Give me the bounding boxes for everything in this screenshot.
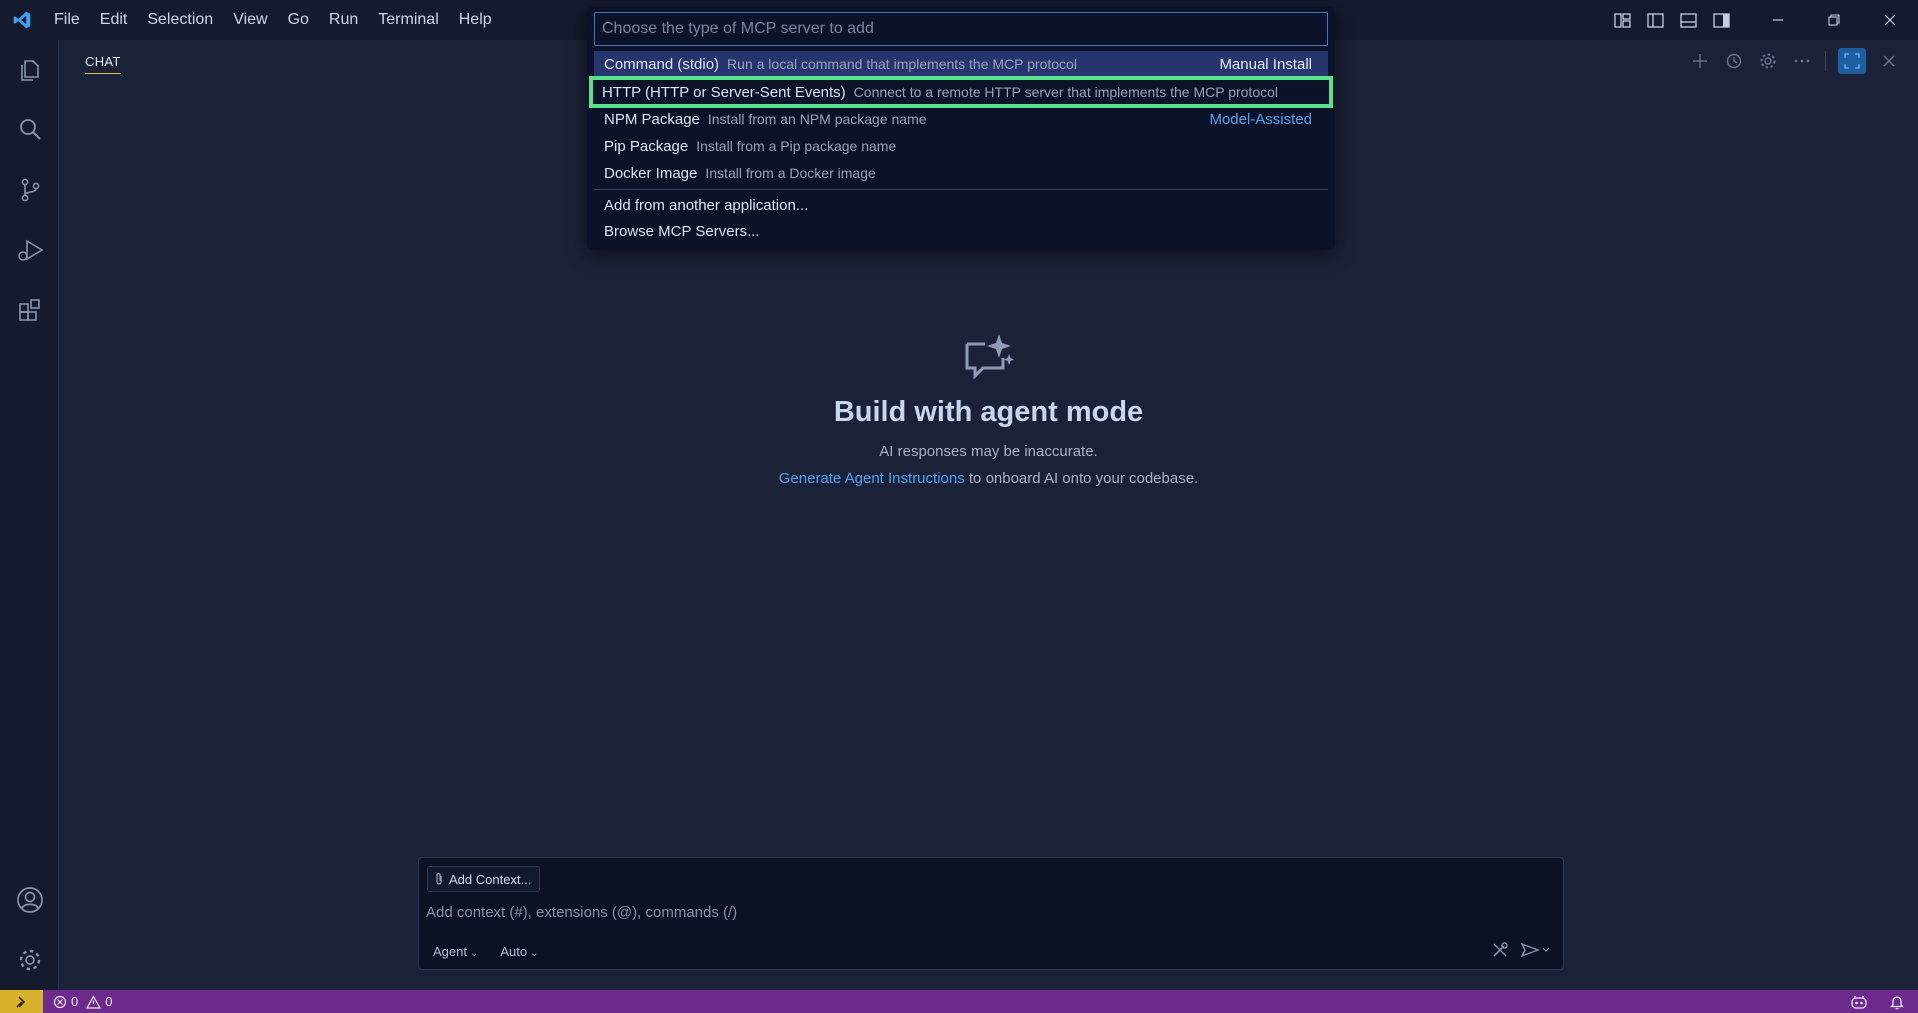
chat-panel-actions (1689, 48, 1900, 74)
mode-label: Agent (433, 944, 467, 959)
menu-edit[interactable]: Edit (90, 0, 138, 40)
send-icon[interactable] (1521, 942, 1551, 958)
customize-layout-icon[interactable] (1606, 0, 1639, 40)
source-control-icon[interactable] (0, 164, 59, 216)
chat-input-tools (1491, 941, 1551, 959)
activity-bar (0, 40, 59, 990)
item-label: Command (stdio) (604, 55, 720, 73)
item-group-label: Model-Assisted (1209, 110, 1312, 128)
toggle-secondary-sidebar-icon[interactable] (1705, 0, 1738, 40)
accounts-icon[interactable] (0, 874, 59, 926)
chat-sparkle-icon (965, 334, 1014, 380)
history-icon[interactable] (1723, 50, 1745, 72)
add-context-label: Add Context... (449, 871, 532, 887)
search-icon[interactable] (0, 104, 59, 156)
menu-file[interactable]: File (44, 0, 90, 40)
item-group-label: Manual Install (1219, 55, 1312, 73)
menu-run[interactable]: Run (319, 0, 368, 40)
chat-mode-row: Agent ⌄ Auto ⌄ (433, 944, 539, 959)
item-description: Install from an NPM package name (707, 111, 927, 127)
close-window-icon[interactable] (1862, 0, 1918, 40)
chevron-down-icon: ⌄ (469, 948, 479, 959)
maximize-panel-icon[interactable] (1838, 48, 1866, 74)
warning-count: 0 (105, 994, 113, 1009)
model-label: Auto (500, 944, 528, 959)
item-description: Connect to a remote HTTP server that imp… (853, 84, 1278, 100)
add-context-button[interactable]: Add Context... (427, 866, 541, 892)
chat-input-field[interactable]: Add context (#), extensions (@), command… (426, 904, 737, 921)
warning-icon (86, 994, 102, 1009)
minimize-icon[interactable] (1750, 0, 1806, 40)
item-label: NPM Package (604, 110, 700, 128)
menu-selection[interactable]: Selection (137, 0, 223, 40)
explorer-icon[interactable] (0, 44, 59, 96)
quickpick-item-browse-mcp[interactable]: Browse MCP Servers... (594, 218, 1328, 244)
more-actions-icon[interactable] (1791, 50, 1813, 72)
quickpick-separator (594, 189, 1328, 190)
menu-bar: File Edit Selection View Go Run Terminal… (44, 0, 502, 40)
item-label: HTTP (HTTP or Server-Sent Events) (602, 83, 846, 101)
welcome-line-text: to onboard AI onto your codebase. (964, 470, 1199, 487)
chat-settings-gear-icon[interactable] (1757, 50, 1779, 72)
tools-icon[interactable] (1491, 941, 1509, 959)
chevron-down-icon: ⌄ (530, 948, 539, 959)
menu-view[interactable]: View (223, 0, 277, 40)
run-debug-icon[interactable] (0, 224, 59, 276)
notifications-bell-icon[interactable] (1890, 994, 1904, 1010)
problems-status[interactable]: 0 0 (43, 994, 112, 1009)
welcome-title: Build with agent mode (833, 396, 1144, 428)
status-bar: 0 0 (0, 990, 1918, 1013)
item-description: Run a local command that implements the … (727, 56, 1077, 72)
item-description: Install from a Docker image (705, 165, 876, 181)
quickpick-item-pip-package[interactable]: Pip Package Install from a Pip package n… (594, 133, 1328, 159)
quickpick-item-http[interactable]: HTTP (HTTP or Server-Sent Events) Connec… (589, 76, 1333, 108)
new-chat-icon[interactable] (1689, 50, 1711, 72)
item-description: Install from a Pip package name (696, 138, 897, 154)
model-picker[interactable]: Auto ⌄ (500, 944, 538, 959)
mcp-server-type-quickpick: Command (stdio) Run a local command that… (587, 7, 1335, 250)
paperclip-icon (436, 872, 442, 885)
error-icon (53, 995, 67, 1008)
item-label: Browse MCP Servers... (604, 222, 760, 240)
item-label: Pip Package (604, 137, 689, 155)
chat-input-box: Add Context... Add context (#), extensio… (418, 857, 1564, 970)
quickpick-item-docker-image[interactable]: Docker Image Install from a Docker image (594, 160, 1328, 186)
item-label: Docker Image (604, 164, 698, 182)
title-bar-controls (1606, 0, 1918, 40)
welcome-disclaimer: AI responses may be inaccurate. (879, 443, 1098, 460)
menu-help[interactable]: Help (449, 0, 502, 40)
toggle-primary-sidebar-icon[interactable] (1639, 0, 1672, 40)
toggle-panel-icon[interactable] (1672, 0, 1705, 40)
chat-tab[interactable]: CHAT (85, 54, 121, 74)
copilot-icon[interactable] (1850, 994, 1868, 1010)
extensions-icon[interactable] (0, 284, 59, 336)
chat-welcome: Build with agent mode AI responses may b… (59, 330, 1918, 487)
quickpick-input[interactable] (594, 12, 1328, 46)
generate-agent-instructions-link[interactable]: Generate Agent Instructions (779, 470, 965, 487)
restore-icon[interactable] (1806, 0, 1862, 40)
quickpick-item-command-stdio[interactable]: Command (stdio) Run a local command that… (594, 51, 1328, 77)
vscode-logo-icon (0, 0, 44, 40)
separator (1825, 51, 1826, 71)
item-label: Add from another application... (604, 196, 809, 214)
remote-indicator-icon[interactable] (0, 990, 43, 1013)
manage-gear-icon[interactable] (0, 934, 59, 986)
menu-go[interactable]: Go (278, 0, 319, 40)
error-count: 0 (71, 994, 79, 1009)
quickpick-item-add-from-app[interactable]: Add from another application... (594, 192, 1328, 218)
welcome-instructions-line: Generate Agent Instructions to onboard A… (59, 470, 1918, 487)
status-right (1850, 990, 1904, 1013)
quickpick-item-npm-package[interactable]: NPM Package Install from an NPM package … (594, 106, 1328, 132)
menu-terminal[interactable]: Terminal (368, 0, 448, 40)
close-panel-icon[interactable] (1878, 50, 1900, 72)
mode-picker[interactable]: Agent ⌄ (433, 944, 478, 959)
